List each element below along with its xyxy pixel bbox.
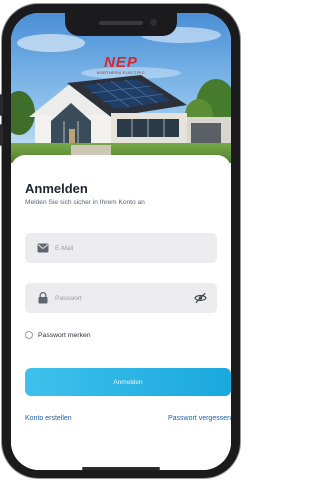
remember-password-checkbox[interactable] bbox=[25, 331, 33, 339]
page-title: Anmelden bbox=[25, 181, 88, 196]
app-screen: NEP NORTHERN ELECTRIC Anmelden Melden Si… bbox=[11, 13, 231, 470]
front-camera bbox=[150, 19, 157, 26]
login-button[interactable]: Anmelden bbox=[25, 368, 231, 396]
email-input[interactable] bbox=[55, 241, 195, 255]
volume-down-button bbox=[0, 124, 3, 146]
page-subtitle: Melden Sie sich sicher in Ihrem Konto an bbox=[25, 199, 145, 206]
password-input[interactable] bbox=[55, 291, 195, 305]
mail-icon bbox=[37, 243, 49, 253]
eye-off-icon[interactable] bbox=[194, 292, 207, 304]
lock-icon bbox=[38, 292, 48, 304]
create-account-link[interactable]: Konto erstellen bbox=[25, 415, 72, 422]
remember-password-option[interactable]: Passwort merken bbox=[25, 331, 91, 339]
brand-tagline: NORTHERN ELECTRIC bbox=[96, 71, 146, 75]
remember-password-label: Passwort merken bbox=[38, 331, 91, 339]
volume-up-button bbox=[0, 94, 3, 116]
brand-logo: NEP NORTHERN ELECTRIC bbox=[97, 55, 145, 75]
notch bbox=[65, 13, 177, 36]
password-field[interactable] bbox=[25, 283, 217, 313]
speaker-grille bbox=[99, 21, 143, 25]
login-card: Anmelden Melden Sie sich sicher in Ihrem… bbox=[11, 155, 231, 470]
email-field[interactable] bbox=[25, 233, 217, 263]
brand-logo-text: NEP bbox=[104, 54, 138, 71]
home-indicator bbox=[82, 467, 160, 470]
phone-frame: NEP NORTHERN ELECTRIC Anmelden Melden Si… bbox=[0, 4, 240, 478]
forgot-password-link[interactable]: Passwort vergessen bbox=[168, 415, 231, 422]
